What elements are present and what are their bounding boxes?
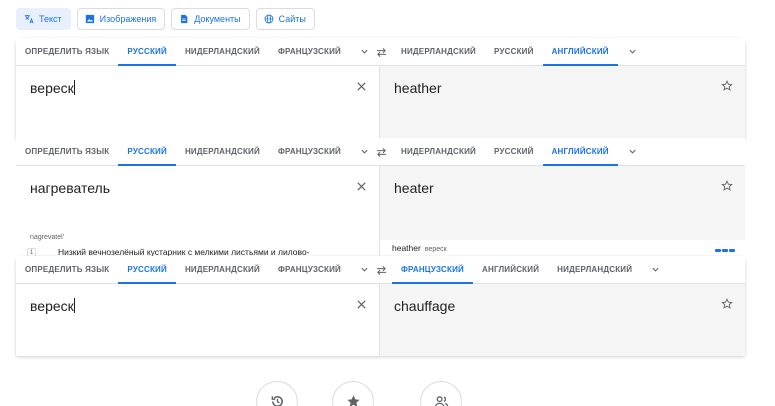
target-lang-more[interactable] [618,38,647,65]
star-icon[interactable] [721,298,733,310]
community-icon [434,396,448,406]
community-button[interactable] [420,381,462,406]
clear-text-icon[interactable] [356,181,367,192]
mode-tab-label: Сайты [278,14,306,24]
chevron-down-icon [361,149,368,154]
source-text[interactable]: нагреватель [30,180,110,196]
language-bar: ОПРЕДЕЛИТЬ ЯЗЫК РУССКИЙ НИДЕРЛАНДСКИЙ ФР… [16,38,745,66]
target-language-tabs: ФРАНЦУЗСКИЙ АНГЛИЙСКИЙ НИДЕРЛАНДСКИЙ [391,256,745,284]
mode-tab-label: Изображения [99,14,157,24]
target-lang-russian[interactable]: РУССКИЙ [485,38,543,65]
chevron-down-icon [629,49,636,54]
mode-tab-documents[interactable]: Документы [171,8,250,30]
swap-languages-button[interactable] [373,138,389,166]
translation-text: chauffage [394,298,456,314]
target-lang-more[interactable] [641,256,670,283]
language-bar: ОПРЕДЕЛИТЬ ЯЗЫК РУССКИЙ НИДЕРЛАНДСКИЙ ФР… [16,138,745,166]
frequency-bar [715,249,735,252]
mode-tab-websites[interactable]: Сайты [255,8,315,30]
source-lang-detect[interactable]: ОПРЕДЕЛИТЬ ЯЗЫК [16,256,118,283]
mode-tabs: Текст Изображения Документы Сайты [16,8,315,30]
translator-panel-2: ОПРЕДЕЛИТЬ ЯЗЫК РУССКИЙ НИДЕРЛАНДСКИЙ ФР… [16,138,745,257]
clear-text-icon[interactable] [356,299,367,310]
chevron-down-icon [629,149,636,154]
translation-text: heater [394,180,434,196]
source-lang-russian[interactable]: РУССКИЙ [118,38,176,66]
history-button[interactable] [256,381,298,406]
alt-translation: heather вереск [392,243,447,253]
target-lang-more[interactable] [618,138,647,165]
swap-icon [376,47,386,57]
swap-languages-button[interactable] [373,256,389,284]
saved-star-icon [346,395,360,406]
chevron-down-icon [652,267,659,272]
star-icon[interactable] [721,80,733,92]
chevron-down-icon [361,49,368,54]
target-lang-french[interactable]: ФРАНЦУЗСКИЙ [391,256,474,284]
transliteration: nagrevatel' [30,234,65,241]
language-bar: ОПРЕДЕЛИТЬ ЯЗЫК РУССКИЙ НИДЕРЛАНДСКИЙ ФР… [16,256,745,284]
target-lang-english[interactable]: АНГЛИЙСКИЙ [542,138,618,166]
translation-text: heather [394,80,442,96]
translator-panel-3: ОПРЕДЕЛИТЬ ЯЗЫК РУССКИЙ НИДЕРЛАНДСКИЙ ФР… [16,256,745,356]
source-language-tabs: ОПРЕДЕЛИТЬ ЯЗЫК РУССКИЙ НИДЕРЛАНДСКИЙ ФР… [16,256,379,284]
source-lang-detect[interactable]: ОПРЕДЕЛИТЬ ЯЗЫК [16,138,118,165]
source-text[interactable]: вереск [30,80,75,96]
source-lang-french[interactable]: ФРАНЦУЗСКИЙ [269,256,350,283]
history-icon [271,396,283,406]
target-lang-english[interactable]: АНГЛИЙСКИЙ [542,38,618,66]
swap-icon [376,265,386,275]
translator-panel-1: ОПРЕДЕЛИТЬ ЯЗЫК РУССКИЙ НИДЕРЛАНДСКИЙ ФР… [16,38,745,139]
mode-tab-label: Документы [194,14,241,24]
target-lang-russian[interactable]: РУССКИЙ [485,138,543,165]
saved-button[interactable] [332,381,374,406]
translation-area: heather [380,66,745,139]
globe-icon [264,14,274,24]
clear-text-icon[interactable] [356,81,367,92]
source-text-area[interactable]: нагреватель nagrevatel' 1 Низкий вечнозе… [16,166,380,257]
chevron-down-icon [361,267,368,272]
swap-languages-button[interactable] [373,38,389,66]
source-lang-russian[interactable]: РУССКИЙ [118,138,176,166]
image-icon [85,14,94,24]
source-text-area[interactable]: вереск [16,66,380,139]
source-lang-french[interactable]: ФРАНЦУЗСКИЙ [269,38,350,65]
document-icon [181,14,188,24]
target-language-tabs: НИДЕРЛАНДСКИЙ РУССКИЙ АНГЛИЙСКИЙ [392,138,745,166]
source-lang-detect[interactable]: ОПРЕДЕЛИТЬ ЯЗЫК [16,38,118,65]
translation-area: heater heather вереск [380,166,745,256]
target-lang-dutch[interactable]: НИДЕРЛАНДСКИЙ [548,256,641,283]
source-lang-dutch[interactable]: НИДЕРЛАНДСКИЙ [176,138,269,165]
translate-icon [24,14,34,24]
translation-area: chauffage [380,284,745,356]
alt-translation-row[interactable]: heather вереск [380,240,745,256]
target-lang-dutch[interactable]: НИДЕРЛАНДСКИЙ [392,138,485,165]
mode-tab-images[interactable]: Изображения [76,8,166,30]
mode-tab-text[interactable]: Текст [16,8,71,30]
mode-tab-label: Текст [39,14,62,24]
star-icon[interactable] [721,180,733,192]
source-lang-dutch[interactable]: НИДЕРЛАНДСКИЙ [176,38,269,65]
source-lang-french[interactable]: ФРАНЦУЗСКИЙ [269,138,350,165]
source-lang-russian[interactable]: РУССКИЙ [118,256,176,284]
source-language-tabs: ОПРЕДЕЛИТЬ ЯЗЫК РУССКИЙ НИДЕРЛАНДСКИЙ ФР… [16,138,379,166]
source-text-area[interactable]: вереск [16,284,380,356]
source-text[interactable]: вереск [30,298,75,314]
target-language-tabs: НИДЕРЛАНДСКИЙ РУССКИЙ АНГЛИЙСКИЙ [392,38,745,66]
source-lang-dutch[interactable]: НИДЕРЛАНДСКИЙ [176,256,269,283]
target-lang-dutch[interactable]: НИДЕРЛАНДСКИЙ [392,38,485,65]
source-language-tabs: ОПРЕДЕЛИТЬ ЯЗЫК РУССКИЙ НИДЕРЛАНДСКИЙ ФР… [16,38,379,66]
swap-icon [376,147,386,157]
target-lang-english[interactable]: АНГЛИЙСКИЙ [473,256,548,283]
